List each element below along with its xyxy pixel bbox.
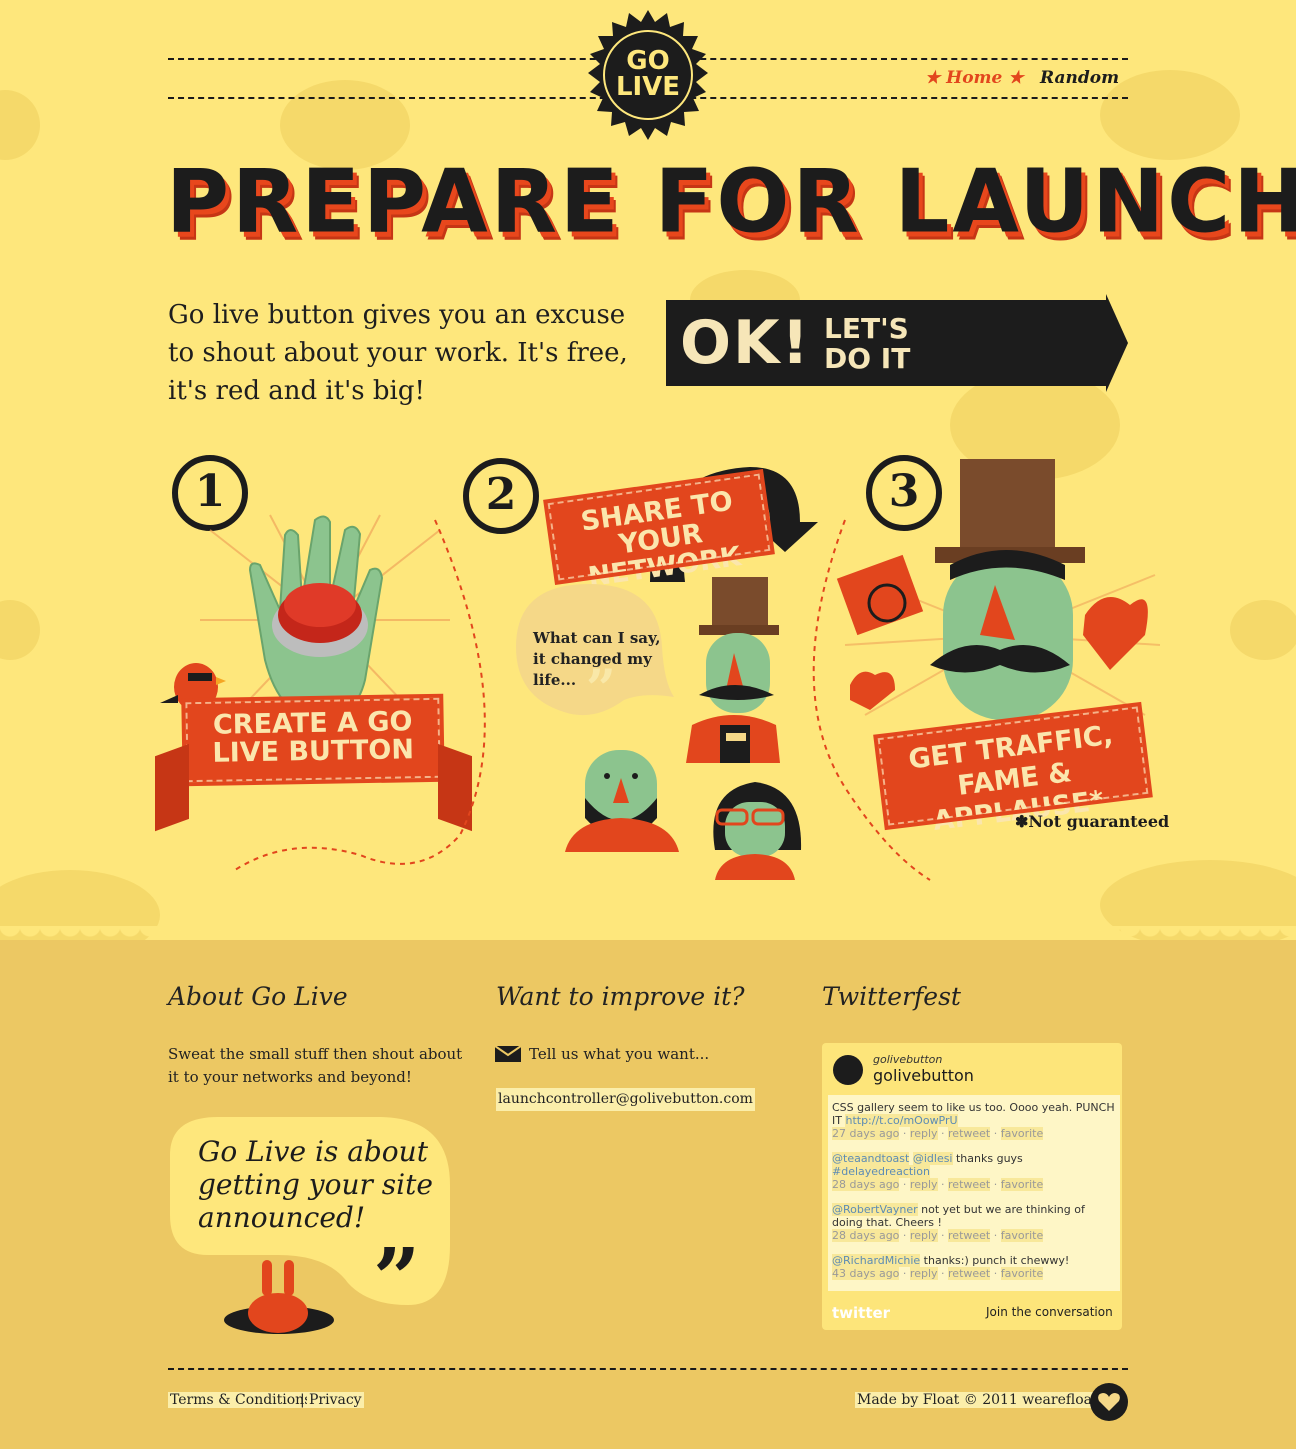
tweet-time[interactable]: 28 days ago xyxy=(832,1178,900,1191)
about-bubble-text: Go Live is about getting your site annou… xyxy=(198,1135,433,1234)
cta-big-label: OK! xyxy=(680,308,811,378)
reply-link[interactable]: reply xyxy=(909,1229,938,1242)
retweet-link[interactable]: retweet xyxy=(948,1127,991,1140)
step-2-number: 2 xyxy=(463,458,539,534)
intro-text: Go live button gives you an excuse to sh… xyxy=(168,300,628,406)
improve-text: Tell us what you want... xyxy=(529,1045,710,1063)
tweet-mention[interactable]: @RichardMichie xyxy=(832,1254,921,1267)
logo-text: GO LIVE xyxy=(615,46,681,102)
improve-title: Want to improve it? xyxy=(496,982,745,1011)
tweet-hashtag[interactable]: #delayedreaction xyxy=(832,1165,930,1178)
about-text: Sweat the small stuff then shout about i… xyxy=(168,1045,463,1086)
reply-link[interactable]: reply xyxy=(909,1178,938,1191)
retweet-link[interactable]: retweet xyxy=(948,1178,991,1191)
footer-rule xyxy=(168,1368,1128,1370)
list-item: @RobertVayner not yet but we are thinkin… xyxy=(832,1203,1085,1242)
rabbit-in-hole-icon xyxy=(224,1260,334,1334)
svg-text:”: ” xyxy=(373,1231,420,1307)
cloud-decoration xyxy=(1230,600,1296,660)
tweet-text: thanks guys xyxy=(952,1152,1023,1165)
cta-small-label: LET'S DO IT xyxy=(824,312,911,375)
heart-icon[interactable] xyxy=(1090,1383,1128,1421)
reply-link[interactable]: reply xyxy=(909,1127,938,1140)
lets-do-it-button[interactable]: OK! LET'S DO IT xyxy=(666,294,1128,392)
tweet-mention[interactable]: @teaandtoast xyxy=(832,1152,910,1165)
tweet-text: thanks:) punch it chewwy! xyxy=(920,1254,1070,1267)
tweet-time[interactable]: 43 days ago xyxy=(832,1267,900,1280)
tweet-mention[interactable]: @RobertVayner xyxy=(832,1203,918,1216)
not-guaranteed-note: ✽Not guaranteed xyxy=(1015,812,1170,831)
nav-random-link[interactable]: Random xyxy=(1040,68,1119,88)
tweet-mention[interactable]: @idlesi xyxy=(912,1152,953,1165)
twitter-handle-small[interactable]: golivebutton xyxy=(873,1053,942,1066)
ribbon-tail-left xyxy=(155,743,189,832)
page-title: PREPARE FOR LAUNCH xyxy=(166,151,1296,253)
list-item: CSS gallery seem to like us too. Oooo ye… xyxy=(832,1101,1115,1140)
twitter-title: Twitterfest xyxy=(822,982,961,1011)
cloud-decoration xyxy=(1100,70,1240,160)
about-title: About Go Live xyxy=(168,982,348,1011)
reply-link[interactable]: reply xyxy=(909,1267,938,1280)
bearded-man-icon xyxy=(565,750,679,852)
footer-separator: | xyxy=(300,1392,305,1408)
tweet-link[interactable]: http://t.co/mOowPrU xyxy=(845,1114,958,1127)
terms-link[interactable]: Terms & Conditions xyxy=(168,1392,314,1408)
tweet-list: CSS gallery seem to like us too. Oooo ye… xyxy=(828,1095,1120,1291)
list-item: @teaandtoast @idlesi thanks guys #delaye… xyxy=(832,1152,1044,1191)
dashed-path-1 xyxy=(234,519,486,871)
top-hat-man-icon xyxy=(686,577,780,763)
wavy-divider xyxy=(0,926,1296,946)
retweet-link[interactable]: retweet xyxy=(948,1267,991,1280)
favorite-link[interactable]: favorite xyxy=(1000,1178,1044,1191)
twitter-avatar[interactable] xyxy=(833,1055,863,1085)
privacy-link[interactable]: Privacy xyxy=(307,1392,364,1408)
favorite-link[interactable]: favorite xyxy=(1000,1127,1044,1140)
golive-logo[interactable]: GO LIVE xyxy=(583,10,713,140)
favorite-link[interactable]: favorite xyxy=(1000,1267,1044,1280)
glasses-woman-icon xyxy=(713,782,802,880)
list-item: @RichardMichie thanks:) punch it chewwy!… xyxy=(832,1254,1070,1280)
retweet-link[interactable]: retweet xyxy=(948,1229,991,1242)
tweet-time[interactable]: 28 days ago xyxy=(832,1229,900,1242)
credit-text[interactable]: Made by Float © 2011 wearefloat ltd xyxy=(855,1392,1124,1408)
favorite-link[interactable]: favorite xyxy=(1000,1229,1044,1242)
tweet-time[interactable]: 27 days ago xyxy=(832,1127,900,1140)
main-nav: ★ Home ★ xyxy=(925,68,1024,88)
nav-home-link[interactable]: ★ Home ★ xyxy=(925,68,1024,88)
envelope-icon xyxy=(495,1046,521,1062)
join-conversation-link[interactable]: Join the conversation xyxy=(986,1305,1113,1319)
twitter-logo[interactable]: twitter xyxy=(832,1304,890,1322)
main-nav-random: Random xyxy=(1040,68,1119,88)
twitter-handle[interactable]: golivebutton xyxy=(873,1066,974,1085)
contact-email-link[interactable]: launchcontroller@golivebutton.com xyxy=(496,1088,755,1111)
testimonial-quote: What can I say, it changed my life... xyxy=(533,629,661,689)
